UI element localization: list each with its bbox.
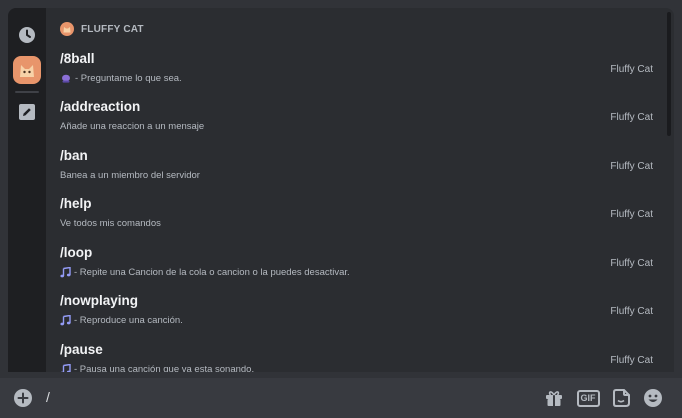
command-description: - Preguntame lo que sea. xyxy=(60,73,182,84)
sticker-icon xyxy=(613,389,630,407)
gift-icon xyxy=(546,391,562,406)
command-description-text: Añade una reaccion a un mensaje xyxy=(60,121,205,132)
slash-command-popup: FLUFFY CAT /8ball - Preguntame lo que se… xyxy=(8,8,674,372)
command-list-scrollbar[interactable] xyxy=(667,12,671,136)
built-in-commands-button[interactable] xyxy=(9,94,45,130)
command-source: Fluffy Cat xyxy=(610,355,653,366)
upload-button[interactable] xyxy=(12,387,34,409)
command-row-pause[interactable]: /pause - Pausa una canción que va esta s… xyxy=(46,342,664,372)
gif-button[interactable]: GIF xyxy=(576,386,600,410)
crystal-ball-icon xyxy=(62,74,70,83)
clock-icon xyxy=(19,27,35,43)
command-row-loop[interactable]: /loop - Repite una Cancion de la cola o … xyxy=(46,245,664,293)
command-description: Banea a un miembro del servidor xyxy=(60,170,200,181)
command-description: - Pausa una canción que va esta sonando. xyxy=(60,364,254,372)
command-description-text: - Preguntame lo que sea. xyxy=(75,73,182,84)
message-input-bar: / GIF xyxy=(0,378,682,418)
command-category-rail xyxy=(8,8,46,372)
music-note-icon xyxy=(60,364,71,372)
bot-avatar-icon xyxy=(13,56,41,84)
command-description-text: - Reproduce una canción. xyxy=(74,315,183,326)
command-source: Fluffy Cat xyxy=(610,258,653,269)
command-row-nowplaying[interactable]: /nowplaying - Reproduce una canción. Flu… xyxy=(46,293,664,341)
command-description: Añade una reaccion a un mensaje xyxy=(60,121,204,132)
command-name: /addreaction xyxy=(60,99,141,114)
music-note-icon xyxy=(60,315,71,326)
sticker-button[interactable] xyxy=(609,386,633,410)
gift-button[interactable] xyxy=(542,386,566,410)
command-name: /8ball xyxy=(60,51,95,66)
rail-divider xyxy=(15,91,39,93)
bot-avatar-button[interactable] xyxy=(9,52,45,88)
bot-section-title: FLUFFY CAT xyxy=(81,23,144,35)
command-name: /help xyxy=(60,196,92,211)
command-description-text: Ve todos mis comandos xyxy=(60,218,161,229)
command-description-text: - Repite una Cancion de la cola o cancio… xyxy=(74,267,350,278)
command-list: FLUFFY CAT /8ball - Preguntame lo que se… xyxy=(46,8,674,372)
command-description: - Repite una Cancion de la cola o cancio… xyxy=(60,267,350,278)
edit-icon xyxy=(19,104,35,120)
recent-commands-button[interactable] xyxy=(9,17,45,53)
command-name: /ban xyxy=(60,148,88,163)
gif-icon: GIF xyxy=(576,389,600,407)
command-description-text: Banea a un miembro del servidor xyxy=(60,170,200,181)
command-source: Fluffy Cat xyxy=(610,112,653,123)
command-source: Fluffy Cat xyxy=(610,306,653,317)
command-description: Ve todos mis comandos xyxy=(60,218,161,229)
bot-section-header: FLUFFY CAT xyxy=(60,21,144,37)
emoji-button[interactable] xyxy=(641,386,665,410)
command-row-help[interactable]: /help Ve todos mis comandos Fluffy Cat xyxy=(46,196,664,244)
command-source: Fluffy Cat xyxy=(610,209,653,220)
command-row-8ball[interactable]: /8ball - Preguntame lo que sea. Fluffy C… xyxy=(46,51,664,99)
command-row-ban[interactable]: /ban Banea a un miembro del servidor Flu… xyxy=(46,148,664,196)
command-source: Fluffy Cat xyxy=(610,161,653,172)
plus-circle-icon xyxy=(14,389,32,407)
message-input[interactable]: / xyxy=(46,389,506,405)
top-strip xyxy=(0,0,682,8)
command-row-addreaction[interactable]: /addreaction Añade una reaccion a un men… xyxy=(46,99,664,147)
command-name: /loop xyxy=(60,245,93,260)
command-source: Fluffy Cat xyxy=(610,64,653,75)
command-description-text: - Pausa una canción que va esta sonando. xyxy=(74,364,255,372)
music-note-icon xyxy=(60,267,71,278)
command-name: /pause xyxy=(60,342,103,357)
bot-small-avatar-icon xyxy=(60,22,74,36)
command-description: - Reproduce una canción. xyxy=(60,315,183,326)
smiley-icon xyxy=(644,389,662,407)
command-name: /nowplaying xyxy=(60,293,139,308)
